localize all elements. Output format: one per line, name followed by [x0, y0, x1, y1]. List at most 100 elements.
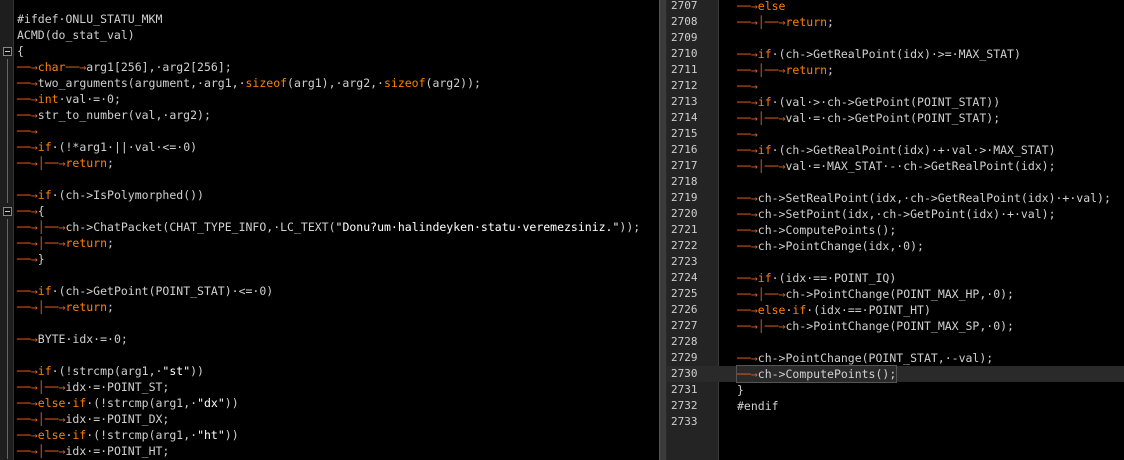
- code-line[interactable]: 2710 ──→if·(ch->GetRealPoint(idx)·>=·MAX_…: [667, 46, 1124, 62]
- code-text[interactable]: ──→: [737, 78, 758, 94]
- code-line[interactable]: 2715 ──→: [667, 126, 1124, 142]
- code-line[interactable]: 2709: [667, 30, 1124, 46]
- code-line[interactable]: [0, 171, 659, 187]
- code-line[interactable]: ──→│──→idx·=·POINT_DX;: [0, 411, 659, 427]
- code-line[interactable]: ──→if·(!*arg1·||·val·<=·0): [0, 139, 659, 155]
- code-line[interactable]: ──→two_arguments(argument,·arg1,·sizeof(…: [0, 75, 659, 91]
- code-text[interactable]: #ifdef·ONLU_STATU_MKM: [17, 11, 162, 27]
- code-line[interactable]: 2725 ──→│──→ch->PointChange(POINT_MAX_HP,…: [667, 286, 1124, 302]
- code-text[interactable]: ──→│──→ch->PointChange(POINT_MAX_SP,·0);: [737, 318, 1014, 334]
- code-line[interactable]: 2713 ──→if·(val·>·ch->GetPoint(POINT_STAT…: [667, 94, 1124, 110]
- left-code-area[interactable]: #ifdef·ONLU_STATU_MKM ACMD(do_stat_val){─…: [0, 11, 659, 459]
- code-text[interactable]: ──→{: [17, 203, 45, 219]
- code-line[interactable]: ──→│──→return;: [0, 155, 659, 171]
- code-line[interactable]: ──→if·(ch->GetPoint(POINT_STAT)·<=·0): [0, 283, 659, 299]
- code-text[interactable]: ──→ch->ComputePoints();: [737, 222, 896, 238]
- code-text[interactable]: ──→│──→return;: [737, 62, 834, 78]
- code-line[interactable]: 2708 ──→│──→return;: [667, 14, 1124, 30]
- code-text[interactable]: ──→│──→idx·=·POINT_ST;: [17, 379, 169, 395]
- code-text[interactable]: ──→ch->ComputePoints();: [735, 365, 898, 383]
- code-line[interactable]: 2720 ──→ch->SetPoint(idx,·ch->GetPoint(id…: [667, 206, 1124, 222]
- code-line[interactable]: [0, 315, 659, 331]
- code-line[interactable]: 2712 ──→: [667, 78, 1124, 94]
- code-line[interactable]: 2728: [667, 334, 1124, 350]
- code-text[interactable]: ──→│──→idx·=·POINT_DX;: [17, 411, 169, 427]
- code-line[interactable]: 2718: [667, 174, 1124, 190]
- code-text[interactable]: ──→│──→ch->ChatPacket(CHAT_TYPE_INFO,·LC…: [17, 219, 640, 235]
- code-text[interactable]: ──→}: [17, 251, 45, 267]
- code-line[interactable]: 2724 ──→if·(idx·==·POINT_IQ): [667, 270, 1124, 286]
- code-line[interactable]: ──→│──→return;: [0, 299, 659, 315]
- code-line[interactable]: ──→if·(!strcmp(arg1,·"st")): [0, 363, 659, 379]
- code-line[interactable]: ──→│──→idx·=·POINT_HT;: [0, 443, 659, 459]
- code-text[interactable]: ──→if·(ch->GetPoint(POINT_STAT)·<=·0): [17, 283, 273, 299]
- code-line[interactable]: 2726 ──→else·if·(idx·==·POINT_HT): [667, 302, 1124, 318]
- code-line[interactable]: ──→int·val·=·0;: [0, 91, 659, 107]
- code-line[interactable]: ──→str_to_number(val,·arg2);: [0, 107, 659, 123]
- right-code-area[interactable]: 2707 ──→else 2708 ──→│──→return; 2709 2710 ──→…: [667, 0, 1124, 430]
- code-text[interactable]: ──→if·(ch->GetRealPoint(idx)·+·val·>·MAX…: [737, 142, 1056, 158]
- code-text[interactable]: ──→if·(ch->IsPolymorphed()): [17, 187, 204, 203]
- code-line[interactable]: 2733: [667, 414, 1124, 430]
- code-text[interactable]: ──→int·val·=·0;: [17, 91, 121, 107]
- code-line[interactable]: 2722 ──→ch->PointChange(idx,·0);: [667, 238, 1124, 254]
- code-text[interactable]: ──→BYTE·idx·=·0;: [17, 331, 128, 347]
- code-text[interactable]: ──→│──→return;: [17, 299, 114, 315]
- code-line[interactable]: {: [0, 43, 659, 59]
- right-editor-pane[interactable]: 2707 ──→else 2708 ──→│──→return; 2709 2710 ──→…: [667, 0, 1124, 460]
- code-text[interactable]: ──→ch->PointChange(idx,·0);: [737, 238, 924, 254]
- code-text[interactable]: ──→if·(ch->GetRealPoint(idx)·>=·MAX_STAT…: [737, 46, 1021, 62]
- code-text[interactable]: ──→else·if·(idx·==·POINT_HT): [737, 302, 931, 318]
- code-line[interactable]: ──→if·(ch->IsPolymorphed()): [0, 187, 659, 203]
- code-text[interactable]: ──→str_to_number(val,·arg2);: [17, 107, 211, 123]
- code-line[interactable]: ──→char──→arg1[256],·arg2[256];: [0, 59, 659, 75]
- fold-toggle-icon[interactable]: [3, 47, 12, 56]
- code-text[interactable]: {: [17, 43, 24, 59]
- code-line[interactable]: ──→│──→return;: [0, 235, 659, 251]
- code-line[interactable]: 2719 ──→ch->SetRealPoint(idx,·ch->GetReal…: [667, 190, 1124, 206]
- code-line[interactable]: ──→{: [0, 203, 659, 219]
- code-text[interactable]: ──→│──→val·=·ch->GetPoint(POINT_STAT);: [737, 110, 1000, 126]
- code-line[interactable]: 2731}: [667, 382, 1124, 398]
- code-line[interactable]: ──→}: [0, 251, 659, 267]
- code-line[interactable]: 2714 ──→│──→val·=·ch->GetPoint(POINT_STAT…: [667, 110, 1124, 126]
- code-line[interactable]: 2707 ──→else: [667, 0, 1124, 14]
- code-line[interactable]: [0, 267, 659, 283]
- fold-toggle-icon[interactable]: [3, 207, 12, 216]
- code-line[interactable]: ──→else·if·(!strcmp(arg1,·"ht")): [0, 427, 659, 443]
- code-line[interactable]: 2721 ──→ch->ComputePoints();: [667, 222, 1124, 238]
- code-text[interactable]: ──→else: [737, 0, 785, 14]
- code-line[interactable]: ──→: [0, 123, 659, 139]
- code-line[interactable]: 2732 #endif: [667, 398, 1124, 414]
- code-text[interactable]: ──→if·(val·>·ch->GetPoint(POINT_STAT)): [737, 94, 1000, 110]
- code-text[interactable]: ACMD(do_stat_val): [17, 27, 135, 43]
- code-text[interactable]: ──→if·(!strcmp(arg1,·"st")): [17, 363, 204, 379]
- code-text[interactable]: ──→two_arguments(argument,·arg1,·sizeof(…: [17, 75, 481, 91]
- code-text[interactable]: ──→ch->PointChange(POINT_STAT,·-val);: [737, 350, 993, 366]
- split-divider[interactable]: [659, 0, 667, 460]
- code-text[interactable]: ──→: [737, 126, 758, 142]
- code-text[interactable]: ──→else·if·(!strcmp(arg1,·"dx")): [17, 395, 239, 411]
- code-text[interactable]: ──→: [17, 123, 38, 139]
- code-line[interactable]: 2717 ──→│──→val·=·MAX_STAT·-·ch->GetRealP…: [667, 158, 1124, 174]
- code-text[interactable]: }: [737, 382, 744, 398]
- code-text[interactable]: ──→│──→idx·=·POINT_HT;: [17, 443, 169, 459]
- code-line[interactable]: 2716 ──→if·(ch->GetRealPoint(idx)·+·val·>…: [667, 142, 1124, 158]
- left-editor-pane[interactable]: #ifdef·ONLU_STATU_MKM ACMD(do_stat_val){─…: [0, 0, 659, 460]
- code-text[interactable]: ──→ch->SetRealPoint(idx,·ch->GetRealPoin…: [737, 190, 1111, 206]
- code-line[interactable]: 2730 ──→ch->ComputePoints();: [667, 365, 1124, 383]
- code-text[interactable]: ──→│──→ch->PointChange(POINT_MAX_HP,·0);: [737, 286, 1014, 302]
- code-text[interactable]: ──→if·(!*arg1·||·val·<=·0): [17, 139, 197, 155]
- code-line[interactable]: #ifdef·ONLU_STATU_MKM: [0, 11, 659, 27]
- code-line[interactable]: 2723: [667, 254, 1124, 270]
- code-text[interactable]: ──→│──→return;: [737, 14, 834, 30]
- code-line[interactable]: [0, 347, 659, 363]
- code-line[interactable]: ACMD(do_stat_val): [0, 27, 659, 43]
- code-line[interactable]: ──→│──→idx·=·POINT_ST;: [0, 379, 659, 395]
- code-text[interactable]: ──→ch->SetPoint(idx,·ch->GetPoint(idx)·+…: [737, 206, 1056, 222]
- code-text[interactable]: #endif: [737, 398, 779, 414]
- code-text[interactable]: ──→│──→return;: [17, 155, 114, 171]
- code-text[interactable]: ──→│──→val·=·MAX_STAT·-·ch->GetRealPoint…: [737, 158, 1056, 174]
- code-line[interactable]: ──→else·if·(!strcmp(arg1,·"dx")): [0, 395, 659, 411]
- code-line[interactable]: 2729 ──→ch->PointChange(POINT_STAT,·-val)…: [667, 350, 1124, 366]
